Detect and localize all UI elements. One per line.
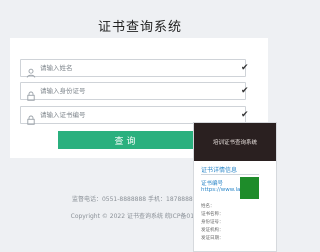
name-check-icon: ✔ — [241, 63, 249, 73]
name-input-placeholder: 请输入姓名 — [40, 64, 73, 72]
preview-cert-url[interactable]: https://www.la — [201, 187, 240, 193]
preview-divider — [201, 174, 259, 175]
certificate-number-check-icon: ✔ — [241, 110, 249, 120]
preview-banner: 培训证书查询系统 — [194, 123, 276, 161]
preview-banner-title: 培训证书查询系统 — [212, 140, 257, 146]
id-number-placeholder: 请输入身份证号 — [40, 87, 86, 95]
lock-icon — [26, 86, 36, 101]
lock-icon — [26, 110, 36, 125]
preview-line-1: 姓名： — [201, 204, 215, 209]
name-input[interactable]: 请输入姓名 — [20, 59, 246, 78]
preview-cert-label: 证书编号 — [201, 181, 224, 187]
preview-line-2: 证书名称： — [201, 212, 224, 217]
preview-line-4: 发证机构： — [201, 228, 224, 233]
preview-qr-code — [240, 177, 259, 199]
certificate-number-placeholder: 请输入证书编号 — [40, 111, 86, 119]
result-preview-panel: 培训证书查询系统 证书详情信息 证书编号 https://www.la 姓名： … — [193, 122, 277, 252]
id-number-check-icon: ✔ — [241, 86, 249, 96]
id-number-input[interactable]: 请输入身份证号 — [20, 82, 246, 101]
user-icon — [26, 63, 36, 78]
preview-line-5: 发证日期： — [201, 236, 224, 241]
page-title: 证书查询系统 — [97, 20, 182, 35]
query-button[interactable]: 查询 — [58, 131, 195, 149]
preview-line-3: 身份证号： — [201, 220, 224, 225]
preview-section-title: 证书详情信息 — [201, 167, 238, 174]
